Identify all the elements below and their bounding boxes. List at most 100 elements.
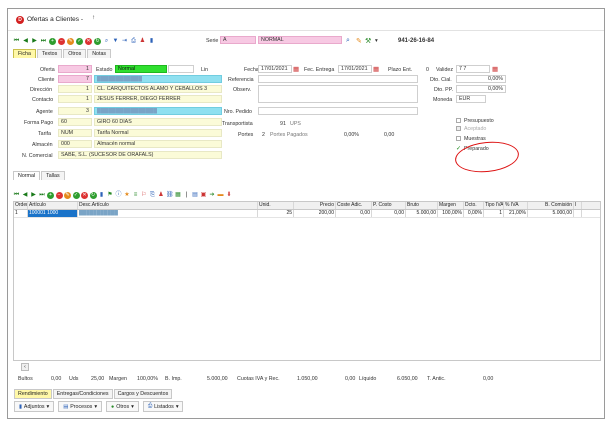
- export-icon[interactable]: ⇥: [121, 38, 128, 45]
- portes-value[interactable]: 2: [262, 132, 265, 138]
- cliente-field[interactable]: 7: [58, 75, 92, 83]
- tab-normal[interactable]: Normal: [13, 171, 41, 180]
- edit-line-icon[interactable]: ✎: [64, 191, 71, 199]
- print-icon[interactable]: ⎙: [130, 38, 137, 45]
- direccion-field[interactable]: 1: [58, 85, 92, 93]
- arrow-right-icon[interactable]: ➔: [209, 192, 216, 199]
- add-icon[interactable]: +: [49, 37, 56, 45]
- transportista-value[interactable]: 91: [280, 121, 286, 127]
- cell-unid[interactable]: 25: [258, 210, 294, 217]
- col-articulo[interactable]: Artículo: [28, 202, 78, 209]
- tools-icon[interactable]: ⚒: [365, 37, 371, 45]
- tab-notas[interactable]: Notas: [87, 49, 112, 58]
- cell-dcto[interactable]: 0,00%: [464, 210, 484, 217]
- estado-field[interactable]: Normal: [115, 65, 167, 73]
- referencia-field[interactable]: [258, 75, 418, 83]
- fecha-field[interactable]: 17/01/2021: [258, 65, 292, 73]
- calendar-icon[interactable]: ▦: [293, 65, 299, 73]
- cell-iva[interactable]: 21,00%: [504, 210, 528, 217]
- tab-ficha[interactable]: Ficha: [13, 49, 36, 58]
- cell-precio[interactable]: 200,00: [294, 210, 336, 217]
- report-icon[interactable]: ▤: [192, 192, 199, 199]
- listados-button[interactable]: ⎙ Listados ▾: [142, 401, 184, 412]
- first-line-icon[interactable]: ⏮: [13, 192, 20, 199]
- col-unid[interactable]: Unid.: [258, 202, 294, 209]
- title-dropdown-icon[interactable]: ↑: [92, 15, 95, 21]
- tarifa-field[interactable]: NUM: [58, 129, 92, 137]
- table-row[interactable]: 1 100001 1000 ███████████ 25 200,00 0,00…: [14, 210, 600, 218]
- bars-icon[interactable]: ≡: [132, 192, 139, 199]
- tab-otros[interactable]: Otros: [63, 49, 87, 58]
- tab-textos[interactable]: Textos: [36, 49, 63, 58]
- estado-extra-field[interactable]: [168, 65, 194, 73]
- agente-field[interactable]: 3: [58, 107, 92, 115]
- delete-line-icon[interactable]: −: [55, 191, 63, 199]
- cell-pcosto[interactable]: 0,00: [372, 210, 406, 217]
- confirm-icon[interactable]: ✓: [76, 37, 83, 45]
- col-iva[interactable]: % IVA: [504, 202, 528, 209]
- tab-cargos[interactable]: Cargos y Descuentos: [113, 389, 173, 399]
- col-desc[interactable]: Desc.Artículo: [78, 202, 258, 209]
- filter-icon[interactable]: ▼: [112, 38, 119, 45]
- tab-entregas[interactable]: Entregas/Condiciones: [52, 389, 113, 399]
- calendar-icon[interactable]: ▦: [492, 65, 498, 73]
- muestras-checkbox[interactable]: [456, 136, 461, 141]
- cell-orden[interactable]: 1: [14, 210, 28, 217]
- edit-icon[interactable]: ✎: [67, 37, 74, 45]
- cell-bruto[interactable]: 5.000,00: [406, 210, 438, 217]
- dtocial-field[interactable]: 0,00%: [456, 75, 506, 83]
- next-record-icon[interactable]: ▶: [31, 38, 38, 45]
- dtopp-field[interactable]: 0,00%: [456, 85, 506, 93]
- moneda-field[interactable]: EUR: [456, 95, 486, 103]
- plazo-value[interactable]: 0: [426, 67, 429, 73]
- cell-i[interactable]: [574, 210, 582, 217]
- oferta-field[interactable]: 1: [58, 65, 92, 73]
- export-icon[interactable]: ▬: [217, 192, 224, 199]
- last-line-icon[interactable]: ⏭: [39, 192, 46, 199]
- contacto-field[interactable]: 1: [58, 95, 92, 103]
- npedido-field[interactable]: [258, 107, 418, 115]
- serie-input[interactable]: A: [220, 36, 256, 44]
- refresh-line-icon[interactable]: ↻: [89, 191, 97, 199]
- col-precio[interactable]: Precio: [294, 202, 336, 209]
- otros-button[interactable]: ● Otros ▾: [106, 401, 139, 412]
- prev-record-icon[interactable]: ◀: [22, 38, 29, 45]
- col-dcto[interactable]: Dcto.: [464, 202, 484, 209]
- tab-rendimiento[interactable]: Rendimiento: [14, 389, 52, 399]
- col-bruto[interactable]: Bruto: [406, 202, 438, 209]
- link-icon[interactable]: ⛓: [166, 192, 174, 199]
- cell-desc[interactable]: ███████████: [78, 210, 258, 217]
- col-bcomision[interactable]: B. Comisión: [528, 202, 574, 209]
- adjuntos-button[interactable]: ▮ Adjuntos ▾: [14, 401, 55, 412]
- col-coste-adic[interactable]: Coste Adic.: [336, 202, 372, 209]
- confirm-line-icon[interactable]: ✓: [72, 191, 80, 199]
- cell-tipo-iva[interactable]: 1: [484, 210, 504, 217]
- refresh-icon[interactable]: ↻: [94, 37, 101, 45]
- scroll-left-button[interactable]: ‹: [21, 363, 29, 371]
- cancel-line-icon[interactable]: ✕: [81, 191, 88, 199]
- download-icon[interactable]: ⬇: [226, 192, 233, 199]
- grid-icon[interactable]: ▦: [175, 192, 182, 199]
- add-line-icon[interactable]: +: [47, 191, 54, 199]
- tab-tallas[interactable]: Tallas: [41, 171, 65, 180]
- cell-bcomision[interactable]: 5.000,00: [528, 210, 574, 217]
- last-record-icon[interactable]: ⏭: [40, 38, 47, 45]
- chart-icon[interactable]: ▮: [148, 38, 155, 45]
- presupuesto-checkbox[interactable]: [456, 118, 461, 123]
- user-icon[interactable]: ♟: [158, 192, 165, 199]
- pdf-icon[interactable]: ▣: [200, 192, 207, 199]
- validez-field[interactable]: 7 7: [456, 65, 490, 73]
- aceptado-checkbox[interactable]: [456, 126, 461, 131]
- formapago-field[interactable]: 60: [58, 118, 92, 126]
- fentrega-field[interactable]: 17/01/2021: [338, 65, 372, 73]
- cancel-icon[interactable]: ✕: [85, 37, 92, 45]
- lookup-icon[interactable]: ⌕: [346, 37, 350, 45]
- delete-icon[interactable]: −: [58, 37, 65, 45]
- col-i[interactable]: I: [574, 202, 582, 209]
- chevron-down-icon[interactable]: ▾: [375, 38, 378, 44]
- tag-icon[interactable]: ⚑: [107, 192, 114, 199]
- procesos-button[interactable]: ▤ Procesos ▾: [58, 401, 102, 412]
- observ-field[interactable]: [258, 85, 418, 103]
- col-tipo-iva[interactable]: Tipo IVA: [484, 202, 504, 209]
- chart-icon[interactable]: ▮: [98, 192, 105, 199]
